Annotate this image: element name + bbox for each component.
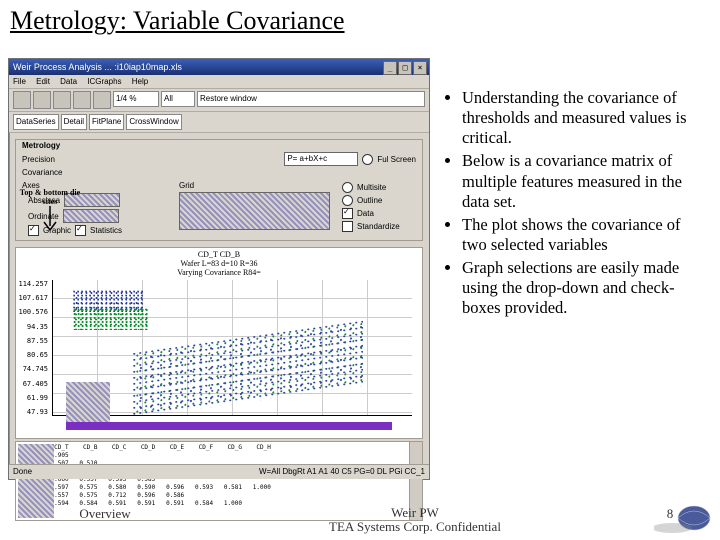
arrow-down-icon — [40, 206, 60, 234]
minimize-icon[interactable]: _ — [383, 61, 397, 75]
scatter-spread — [133, 320, 363, 418]
globe-icon — [654, 498, 712, 536]
tab-bar: DataSeries Detail FitPlane CrossWindow — [9, 112, 429, 133]
tab-detail[interactable]: Detail — [61, 114, 87, 130]
toolbar-button[interactable] — [73, 91, 91, 109]
scatter-plot: CD_T CD_B Wafer L=83 d=10 R=36 Varying C… — [15, 247, 423, 439]
menubar[interactable]: File Edit Data ICGraphs Help — [9, 75, 429, 89]
annotation-callout: Top & bottom die sites — [12, 188, 88, 234]
opt-standardize-checkbox[interactable] — [342, 221, 353, 232]
opt-data: Data — [357, 209, 374, 218]
slide-footer: Overview Weir PW TEA Systems Corp. Confi… — [0, 506, 720, 534]
toolbar-button[interactable] — [33, 91, 51, 109]
tab-fitplane[interactable]: FitPlane — [89, 114, 124, 130]
restore-button[interactable]: Restore window — [197, 91, 425, 107]
opt-standardize: Standardize — [357, 222, 400, 231]
slide-title: Metrology: Variable Covariance — [10, 6, 345, 36]
bullet-item: Understanding the covariance of threshol… — [462, 88, 706, 148]
tab-dataseries[interactable]: DataSeries — [13, 114, 59, 130]
toolbar-button[interactable] — [13, 91, 31, 109]
maximize-icon[interactable]: □ — [398, 61, 412, 75]
x-axis-bar — [66, 422, 392, 430]
window-titlebar[interactable]: Weir Process Analysis ... :i10iap10map.x… — [9, 59, 429, 75]
bullet-item: Graph selections are easily made using t… — [462, 258, 706, 318]
x-axis-shade — [66, 382, 110, 422]
status-right: W=All DbgRt A1 A1 40 C5 PG=0 DL PGi CC_1 — [259, 465, 425, 479]
x-axis-highlight — [66, 422, 392, 436]
menu-edit[interactable]: Edit — [36, 77, 50, 86]
toolbar: 1/4 % All Restore window — [9, 89, 429, 112]
precision-btn-1[interactable]: P= a+bX+c — [284, 152, 358, 166]
tab-crosswindow[interactable]: CrossWindow — [126, 114, 181, 130]
bullet-item: The plot shows the covariance of two sel… — [462, 215, 706, 255]
menu-file[interactable]: File — [13, 77, 26, 86]
menu-help[interactable]: Help — [132, 77, 148, 86]
group-metrology: Metrology — [22, 141, 60, 150]
scale-combo[interactable]: 1/4 % — [113, 91, 159, 107]
opt-multisite-radio[interactable] — [342, 182, 353, 193]
fullscreen-label: Ful Screen — [377, 155, 416, 164]
window-title: Weir Process Analysis ... :i10iap10map.x… — [13, 62, 182, 72]
filter-combo[interactable]: All — [161, 91, 195, 107]
covariance-label: Covariance — [22, 168, 62, 177]
plot-caption: CD_T CD_B Wafer L=83 d=10 R=36 Varying C… — [177, 250, 261, 277]
grid-label: Grid — [179, 181, 330, 190]
footer-left: Overview — [0, 506, 210, 534]
y-axis-ticks: 114.257107.617100.57694.3587.5580.6574.7… — [18, 280, 48, 416]
toolbar-button[interactable] — [53, 91, 71, 109]
grid-preview — [179, 192, 330, 230]
footer-author: Weir PW — [391, 505, 439, 520]
opt-multisite: Multisite — [357, 183, 386, 192]
opt-outline: Outline — [357, 196, 382, 205]
opt-outline-radio[interactable] — [342, 195, 353, 206]
close-icon[interactable]: × — [413, 61, 427, 75]
scatter-series-b — [73, 308, 149, 330]
statistics-label: Statistics — [90, 226, 122, 235]
precision-label: Precision — [22, 155, 55, 164]
menu-icgraphs[interactable]: ICGraphs — [87, 77, 121, 86]
app-window: Weir Process Analysis ... :i10iap10map.x… — [8, 58, 430, 480]
fullscreen-radio[interactable] — [362, 154, 373, 165]
footer-confidential: TEA Systems Corp. Confidential — [329, 519, 501, 534]
menu-data[interactable]: Data — [60, 77, 77, 86]
annotation-text: Top & bottom die sites — [20, 188, 80, 206]
toolbar-button[interactable] — [93, 91, 111, 109]
opt-data-checkbox[interactable] — [342, 208, 353, 219]
bullet-list: Understanding the covariance of threshol… — [444, 88, 706, 321]
status-left: Done — [13, 465, 32, 479]
status-bar: Done W=All DbgRt A1 A1 40 C5 PG=0 DL PGi… — [9, 464, 429, 479]
footer-center: Weir PW TEA Systems Corp. Confidential — [210, 506, 620, 534]
bullet-item: Below is a covariance matrix of multiple… — [462, 151, 706, 211]
